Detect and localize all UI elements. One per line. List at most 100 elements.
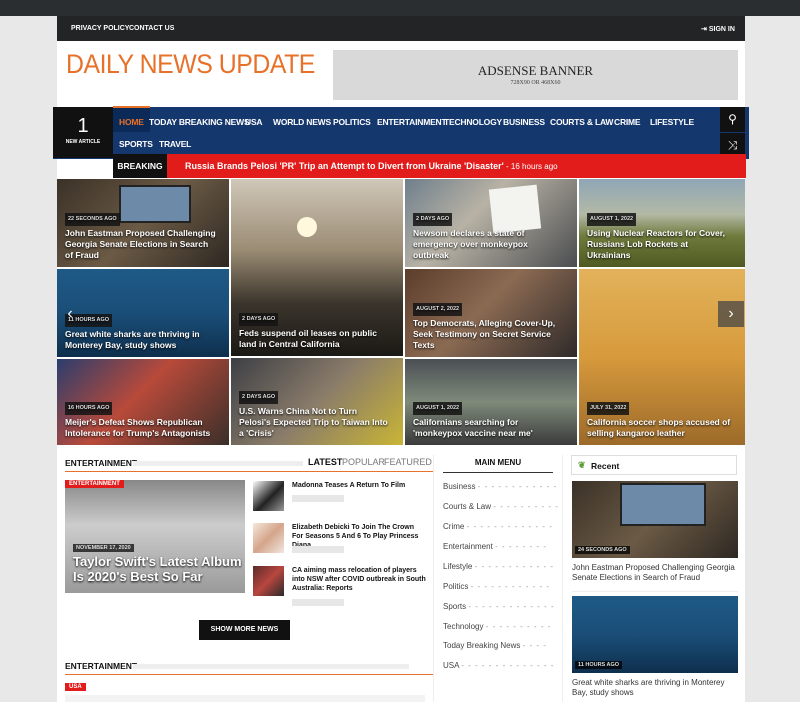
- tile-title: U.S. Warns China Not to Turn Pelosi's Ex…: [239, 406, 388, 438]
- tile-image: [297, 217, 317, 237]
- nav-crime[interactable]: CRIME: [614, 117, 641, 127]
- breaking-headline[interactable]: Russia Brands Pelosi 'PR' Trip an Attemp…: [185, 161, 558, 171]
- list-item-date: [292, 495, 344, 502]
- nav-usa[interactable]: USA: [245, 117, 263, 127]
- category-badge[interactable]: USA: [65, 683, 86, 691]
- show-more-button[interactable]: SHOW MORE NEWS: [199, 620, 290, 640]
- tile-title: Newsom declares a state of emergency ove…: [413, 228, 528, 260]
- menu-item-label: Entertainment: [443, 542, 493, 551]
- post-title[interactable]: Taylor Swift's Latest Album Is 2020's Be…: [73, 554, 243, 584]
- featured-tile[interactable]: AUGUST 1, 2022 Californians searching for…: [405, 359, 577, 445]
- tile-badge: 22 SECONDS AGO: [65, 213, 120, 226]
- chevron-right-icon: ›: [728, 305, 734, 322]
- breaking-headline-text: Russia Brands Pelosi 'PR' Trip an Attemp…: [185, 161, 504, 171]
- nav-courts-law[interactable]: COURTS & LAW: [550, 117, 613, 127]
- featured-tile[interactable]: 16 HOURS AGO Meijer's Defeat Shows Republ…: [57, 359, 229, 445]
- nav-technology[interactable]: TECHNOLOGY: [444, 117, 502, 127]
- menu-dots: - - - - - - - - - -: [485, 622, 552, 631]
- recent-post-badge: 11 HOURS AGO: [575, 661, 623, 669]
- nav-lifestyle[interactable]: LIFESTYLE: [650, 117, 694, 127]
- list-item[interactable]: CA aiming mass relocation of players int…: [253, 566, 427, 611]
- menu-item-usa[interactable]: USA - - - - - - - - - - - - - -: [443, 661, 554, 670]
- section-rule: [65, 471, 433, 472]
- nav-world-news[interactable]: WORLD NEWS: [273, 117, 331, 127]
- tile-badge: AUGUST 1, 2022: [587, 213, 637, 226]
- list-item-title[interactable]: Madonna Teases A Return To Film: [292, 481, 427, 490]
- nav-home[interactable]: HOME: [113, 106, 150, 132]
- new-article-count: 1: [77, 115, 89, 137]
- menu-dots: - - - - - - - - - - - -: [470, 582, 550, 591]
- featured-tile[interactable]: 2 DAYS AGO Feds suspend oil leases on pub…: [231, 179, 403, 356]
- nav-today-breaking-news[interactable]: TODAY BREAKING NEWS: [149, 117, 250, 127]
- menu-item-technology[interactable]: Technology - - - - - - - - - -: [443, 622, 551, 631]
- tile-caption: AUGUST 1, 2022 Using Nuclear Reactors for…: [587, 212, 733, 261]
- tile-badge: AUGUST 2, 2022: [413, 303, 463, 316]
- screen-image: [620, 483, 706, 526]
- tile-caption: JULY 31, 2022 California soccer shops acc…: [587, 401, 733, 439]
- menu-item-crime[interactable]: Crime - - - - - - - - - - - - -: [443, 522, 553, 531]
- tab-featured[interactable]: FEATURED: [384, 457, 432, 467]
- tile-title: Meijer's Defeat Shows Republican Intoler…: [65, 417, 211, 438]
- featured-tile[interactable]: 2 DAYS AGO Newsom declares a state of eme…: [405, 179, 577, 267]
- adsense-banner[interactable]: ADSENSE BANNER 728X90 OR 468X60: [333, 50, 738, 100]
- menu-item-lifestyle[interactable]: Lifestyle - - - - - - - - - - - -: [443, 562, 554, 571]
- tile-caption: 2 DAYS AGO Feds suspend oil leases on pub…: [239, 312, 390, 350]
- featured-tile[interactable]: 22 SECONDS AGO John Eastman Proposed Chal…: [57, 179, 229, 267]
- menu-item-sports[interactable]: Sports - - - - - - - - - - - - -: [443, 602, 555, 611]
- recent-post-badge: 24 SECONDS AGO: [575, 546, 630, 554]
- privacy-policy-link[interactable]: PRIVACY POLICY: [71, 25, 129, 32]
- recent-post[interactable]: 11 HOURS AGO Great white sharks are thri…: [572, 596, 738, 702]
- section-heading: ENTERTAINMENT: [65, 661, 138, 671]
- new-article-label: NEW ARTICLE: [65, 139, 101, 145]
- contact-us-link[interactable]: CONTACT US: [129, 25, 174, 32]
- sign-in-link[interactable]: ⇥ SIGN IN: [701, 25, 735, 33]
- menu-item-politics[interactable]: Politics - - - - - - - - - - - -: [443, 582, 550, 591]
- menu-item-label: Business: [443, 482, 476, 491]
- menu-item-label: Technology: [443, 622, 484, 631]
- tile-title: Great white sharks are thriving in Monte…: [65, 329, 200, 350]
- thumbnail: [253, 523, 284, 553]
- tile-badge: 2 DAYS AGO: [413, 213, 453, 226]
- category-badge[interactable]: ENTERTAINMENT: [65, 480, 124, 488]
- menu-item-business[interactable]: Business - - - - - - - - - - - -: [443, 482, 557, 491]
- list-item[interactable]: Elizabeth Debicki To Join The Crown For …: [253, 523, 425, 563]
- menu-item-today-breaking-news[interactable]: Today Breaking News - - - -: [443, 641, 547, 650]
- recent-post-title[interactable]: John Eastman Proposed Challenging Georgi…: [572, 563, 738, 583]
- sign-in-icon: ⇥: [701, 26, 707, 33]
- featured-tile[interactable]: AUGUST 2, 2022 Top Democrats, Alleging Co…: [405, 269, 577, 357]
- featured-tile[interactable]: AUGUST 1, 2022 Using Nuclear Reactors for…: [579, 179, 745, 267]
- menu-item-entertainment[interactable]: Entertainment - - - - - - - -: [443, 542, 547, 551]
- featured-entertainment-card[interactable]: ENTERTAINMENT NOVEMBER 17, 2020 Taylor S…: [65, 480, 245, 593]
- recent-post[interactable]: 24 SECONDS AGO John Eastman Proposed Cha…: [572, 481, 738, 588]
- nav-politics[interactable]: POLITICS: [333, 117, 371, 127]
- search-icon: ⚲: [728, 112, 737, 126]
- nav-travel[interactable]: TRAVEL: [159, 139, 191, 149]
- menu-item-label: Courts & Law: [443, 502, 492, 511]
- featured-tile[interactable]: 2 DAYS AGO U.S. Warns China Not to Turn P…: [231, 358, 403, 445]
- thumbnail: [253, 481, 284, 511]
- sign-in-label: SIGN IN: [708, 26, 735, 33]
- list-item-title[interactable]: CA aiming mass relocation of players int…: [292, 566, 427, 593]
- column-divider: [562, 455, 563, 702]
- nav-entertainment[interactable]: ENTERTAINMENT: [377, 117, 447, 127]
- thumbnail: [253, 566, 284, 596]
- recent-tab[interactable]: ❦ Recent: [571, 455, 737, 475]
- slider-next-button[interactable]: ›: [718, 301, 744, 327]
- list-item[interactable]: Madonna Teases A Return To Film: [253, 481, 425, 519]
- nav-sports[interactable]: SPORTS: [119, 139, 153, 149]
- tile-caption: 2 DAYS AGO U.S. Warns China Not to Turn P…: [239, 390, 390, 439]
- chevron-left-icon: ‹: [67, 305, 73, 322]
- featured-tile[interactable]: JULY 31, 2022 California soccer shops acc…: [579, 269, 745, 445]
- tab-popular[interactable]: POPULAR: [342, 457, 385, 467]
- menu-item-courts-law[interactable]: Courts & Law - - - - - - - - - -: [443, 502, 559, 511]
- site-logo[interactable]: DAILY NEWS UPDATE: [66, 49, 315, 80]
- search-button[interactable]: ⚲: [720, 107, 745, 132]
- tab-latest[interactable]: LATEST: [308, 457, 342, 467]
- main-nav: 1 NEW ARTICLE HOME TODAY BREAKING NEWS U…: [53, 106, 749, 159]
- recent-post-title[interactable]: Great white sharks are thriving in Monte…: [572, 678, 738, 698]
- tile-caption: 11 HOURS AGO Great white sharks are thriv…: [65, 313, 216, 351]
- nav-business[interactable]: BUSINESS: [503, 117, 545, 127]
- new-article-counter[interactable]: 1 NEW ARTICLE: [53, 107, 113, 158]
- tile-title: California soccer shops accused of selli…: [587, 417, 731, 438]
- slider-prev-button[interactable]: ‹: [57, 301, 83, 327]
